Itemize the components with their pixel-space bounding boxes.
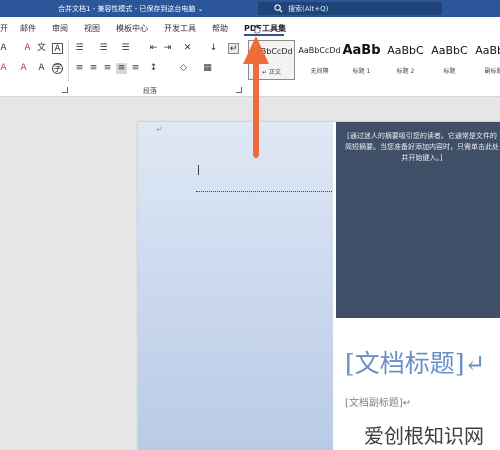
paragraph-mark: ↵: [156, 125, 163, 134]
text-cursor: [198, 165, 199, 175]
document-canvas[interactable]: ↵ [通过迷人的摘要吸引您的读者。它通常是文件的简短摘要。当您准备好添加内容时，…: [0, 97, 500, 450]
tab-partial[interactable]: 开: [0, 23, 8, 34]
tab-pdf-tools[interactable]: PDF工具集: [244, 23, 286, 34]
tab-template-center[interactable]: 模板中心: [116, 23, 148, 34]
tab-help[interactable]: 帮助: [212, 23, 228, 34]
ribbon-separator: [68, 41, 69, 81]
char-shading-icon[interactable]: A: [36, 63, 47, 74]
style-subtitle[interactable]: AaBbC 副标题: [470, 40, 500, 80]
style-normal[interactable]: AaBbCcDd ↵ 正文: [248, 40, 295, 80]
style-heading-2[interactable]: AaBbC 标题 2: [382, 40, 429, 80]
document-title: 合并文档1 - 兼容性模式 - 已保存到这台电脑 ⌄: [58, 5, 204, 13]
paragraph-dialog-launcher-icon[interactable]: [236, 87, 242, 93]
watermark-text: 爱创根知识网: [364, 424, 484, 448]
bullets-icon[interactable]: ☰: [74, 43, 85, 54]
style-title[interactable]: AaBbC 标题: [426, 40, 473, 80]
font-dialog-launcher-icon[interactable]: [62, 87, 68, 93]
tab-mailings[interactable]: 邮件: [20, 23, 36, 34]
sort-icon[interactable]: ↓: [208, 43, 219, 54]
align-left-icon[interactable]: ≡: [74, 63, 85, 74]
font-color-pinyin-icon[interactable]: 文: [36, 43, 47, 54]
chinese-layout-icon[interactable]: ✕: [182, 43, 193, 54]
active-tab-indicator: [244, 34, 284, 36]
font-color-icon[interactable]: A: [18, 63, 29, 74]
numbering-icon[interactable]: ☰: [98, 43, 109, 54]
justify-icon[interactable]: ≡: [116, 63, 127, 74]
borders-icon[interactable]: ▦: [202, 63, 213, 74]
increase-indent-icon[interactable]: ⇥: [162, 43, 173, 54]
show-marks-icon[interactable]: ↵: [228, 43, 239, 54]
cover-abstract-panel[interactable]: [通过迷人的摘要吸引您的读者。它通常是文件的简短摘要。当您准备好添加内容时，只需…: [336, 122, 500, 318]
font-size-icon[interactable]: A: [0, 43, 9, 54]
search-icon: [274, 4, 283, 13]
align-center-icon[interactable]: ≡: [88, 63, 99, 74]
tab-developer[interactable]: 开发工具: [164, 23, 196, 34]
search-box[interactable]: 搜索(Alt+Q): [258, 2, 442, 15]
enclose-char-icon[interactable]: 字: [52, 63, 63, 74]
highlight-icon[interactable]: A: [0, 63, 9, 74]
styles-gallery: AaBbCcDd ↵ 正文 AaBbCcDd 无间隔 AaBb 标题 1 AaB…: [248, 40, 500, 82]
clear-format-icon[interactable]: A: [22, 43, 33, 54]
title-placeholder[interactable]: [文档标题]↵: [345, 344, 485, 380]
document-page[interactable]: ↵ [通过迷人的摘要吸引您的读者。它通常是文件的简短摘要。当您准备好添加内容时，…: [138, 122, 500, 450]
multilevel-list-icon[interactable]: ☰: [120, 43, 131, 54]
style-no-spacing[interactable]: AaBbCcDd 无间隔: [296, 40, 343, 80]
placeholder-line: [196, 191, 332, 192]
tab-review[interactable]: 审阅: [52, 23, 68, 34]
line-spacing-icon[interactable]: ↕: [148, 63, 159, 74]
search-placeholder: 搜索(Alt+Q): [288, 5, 329, 13]
ribbon: A A 文 A ☰ ☰ ☰ ⇤ ⇥ ✕ ↓ ↵ A A A 字 ≡ ≡ ≡ ≡ …: [0, 37, 500, 97]
align-right-icon[interactable]: ≡: [102, 63, 113, 74]
abstract-placeholder[interactable]: [通过迷人的摘要吸引您的读者。它通常是文件的简短摘要。当您准备好添加内容时，只需…: [344, 131, 500, 164]
subtitle-placeholder[interactable]: [文档副标题]↵: [345, 394, 411, 409]
title-bar: 合并文档1 - 兼容性模式 - 已保存到这台电脑 ⌄ 搜索(Alt+Q): [0, 0, 500, 17]
shading-icon[interactable]: ◇: [178, 63, 189, 74]
decrease-indent-icon[interactable]: ⇤: [148, 43, 159, 54]
distributed-icon[interactable]: ≡: [130, 63, 141, 74]
style-heading-1[interactable]: AaBb 标题 1: [338, 40, 385, 80]
tab-view[interactable]: 视图: [84, 23, 100, 34]
cover-left-panel: [138, 122, 333, 450]
hand-pointer-icon: [254, 24, 261, 34]
paragraph-group-label: 段落: [143, 87, 157, 95]
char-border-icon[interactable]: A: [52, 43, 63, 54]
